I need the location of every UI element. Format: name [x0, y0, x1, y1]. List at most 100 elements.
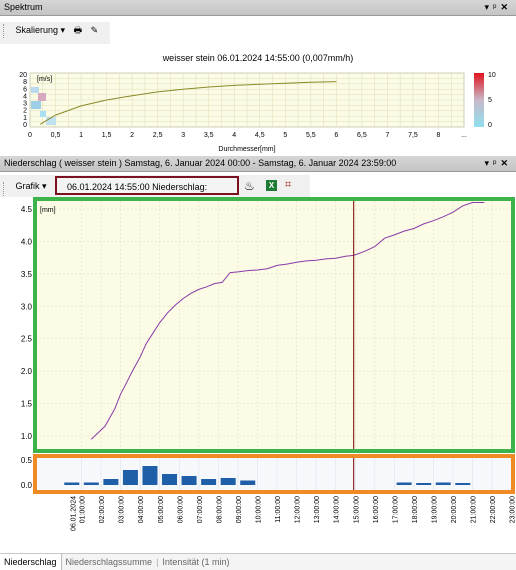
bar-y-ticks: 0.5 0.0	[21, 456, 33, 490]
spectrum-x-label: Durchmesser[mm]	[218, 146, 275, 153]
spectrum-titlebar: Spektrum ▾ᵖ✕	[0, 0, 516, 16]
x-tick-label: 08:00:00	[216, 496, 223, 523]
print-icon[interactable]: 🖶	[71, 22, 86, 38]
fire-icon[interactable]: ♨	[244, 179, 255, 193]
intensity-bar	[435, 482, 451, 485]
x-tick-label: 3,5	[204, 132, 214, 139]
chart-dropdown[interactable]: Grafik ▾	[13, 178, 50, 194]
excel-export-icon[interactable]: X	[266, 180, 277, 191]
colorbar-min-label: 0	[488, 122, 492, 129]
x-tick-label: 6,5	[357, 132, 367, 139]
spectrum-chart-title: weisser stein 06.01.2024 14:55:00 (0,007…	[162, 53, 354, 63]
y-tick-label: 3.0	[21, 302, 33, 311]
x-date-label: 06.01.2024	[71, 496, 78, 531]
x-tick-label: 12:00:00	[295, 496, 302, 523]
bar-plot-area	[35, 456, 513, 492]
x-tick-label: 04:00:00	[138, 496, 145, 523]
close-icon[interactable]: ✕	[500, 158, 512, 168]
intensity-bar	[201, 479, 217, 485]
spectrum-x-ticks: 0 0,5 1 1,5 2 2,5 3 3,5 4 4,5 5 5,5 6 6,5 7 7,5 8...	[28, 132, 467, 139]
y-tick-label: 0	[23, 122, 27, 129]
x-tick-label: 06:00:00	[177, 496, 184, 523]
precip-y-ticks: 4.5 4.0 3.5 3.0 2.5 2.0 1.5 1.0	[21, 205, 33, 441]
spectrum-title: Spektrum	[4, 2, 43, 12]
intensity-bar	[142, 466, 158, 485]
x-tick-label: 3	[181, 132, 185, 139]
x-tick-label: 09:00:00	[236, 496, 243, 523]
dropdown-icon[interactable]: ▾	[485, 158, 494, 168]
spectrum-cell	[40, 111, 46, 117]
x-tick-label: 7,5	[408, 132, 418, 139]
print-preview-icon[interactable]: ✎	[88, 22, 102, 38]
intensity-bar	[220, 478, 236, 485]
y-tick-label: 1.0	[21, 432, 33, 441]
precip-plot-area	[35, 201, 513, 451]
x-tick-label: 0	[28, 132, 32, 139]
intensity-bar	[181, 476, 197, 485]
x-tick-label: 01:00:00	[80, 496, 87, 523]
precip-y-unit: [mm]	[40, 207, 56, 214]
chart-settings-icon[interactable]: ⌗	[285, 179, 291, 192]
x-tick-label: 05:00:00	[158, 496, 165, 523]
x-tick-label: 03:00:00	[119, 496, 126, 523]
precip-title: Niederschlag ( weisser stein ) Samstag, …	[4, 158, 397, 168]
intensity-bar	[396, 482, 412, 485]
dropdown-icon[interactable]: ▾	[485, 2, 494, 12]
spectrum-colorbar	[474, 73, 484, 127]
x-tick-label: 02:00:00	[99, 496, 106, 523]
x-tick-label: 21:00:00	[471, 496, 478, 523]
intensity-bar	[122, 470, 138, 485]
spectrum-y-ticks: 208643210	[19, 72, 27, 129]
y-tick-label: 0.0	[21, 481, 33, 490]
spectrum-cell	[31, 87, 39, 93]
intensity-bar	[162, 474, 178, 485]
x-tick-label: 7	[385, 132, 389, 139]
spectrum-y-unit: [m/s]	[37, 76, 52, 83]
x-tick-label: 6	[334, 132, 338, 139]
y-tick-label: 1	[23, 115, 27, 122]
tab-niederschlag[interactable]: Niederschlag	[0, 554, 62, 570]
y-tick-label: 2	[23, 108, 27, 115]
y-tick-label: 4	[23, 93, 27, 100]
tab-niederschlagssumme[interactable]: Niederschlagssumme	[62, 554, 157, 570]
y-tick-label: 6	[23, 86, 27, 93]
x-tick-label: 8	[437, 132, 441, 139]
y-tick-label: 8	[23, 79, 27, 86]
y-tick-label: 3.5	[21, 270, 33, 279]
x-tick-label: 15:00:00	[353, 496, 360, 523]
scaling-dropdown[interactable]: Skalierung ▾	[13, 22, 69, 38]
toolbar-grip[interactable]	[3, 23, 7, 38]
x-tick-label: 07:00:00	[197, 496, 204, 523]
intensity-bar	[455, 483, 471, 485]
y-tick-label: 2.5	[21, 335, 33, 344]
x-tick-label: 2	[130, 132, 134, 139]
close-icon[interactable]: ✕	[500, 2, 512, 12]
spectrum-chart: 0 0,5 1 1,5 2 2,5 3 3,5 4 4,5 5 5,5 6 6,5 7 7,5 8... 208…	[19, 72, 496, 153]
x-tick-label: 2,5	[153, 132, 163, 139]
x-tick-label: 16:00:00	[373, 496, 380, 523]
colorbar-mid-label: 5	[488, 97, 492, 104]
intensity-bar	[83, 482, 99, 485]
x-tick-label: 23:00:00	[510, 496, 516, 523]
spectrum-cell	[38, 93, 46, 101]
value-readout: 06.01.2024 14:55:00 Niederschlag: 3,785m…	[55, 176, 239, 211]
x-tick-label: 11:00:00	[275, 496, 282, 523]
x-tick-label: 14:00:00	[334, 496, 341, 523]
y-tick-label: 2.0	[21, 367, 33, 376]
precip-titlebar: Niederschlag ( weisser stein ) Samstag, …	[0, 156, 516, 172]
y-tick-label: 0.5	[21, 456, 33, 465]
precip-chart: 4.5 4.0 3.5 3.0 2.5 2.0 1.5 1.0 [mm] 0.5 0.0 01:…	[21, 197, 516, 531]
x-tick-label: 17:00:00	[392, 496, 399, 523]
tab-intensitaet[interactable]: Intensität (1 min)	[158, 554, 233, 570]
y-tick-label: 1.5	[21, 400, 33, 409]
toolbar-grip[interactable]	[3, 181, 7, 196]
bottom-tabs: Niederschlag Niederschlagssumme | Intensitä…	[0, 553, 516, 570]
precip-x-ticks: 01:00:00 02:00:00 03:00:00 04:00:00 05:00:00…	[71, 496, 516, 531]
x-tick-label: 20:00:00	[451, 496, 458, 523]
x-tick-label: 4	[232, 132, 236, 139]
x-tick-label: 4,5	[255, 132, 265, 139]
x-tick-label: 1,5	[102, 132, 112, 139]
y-tick-label: 4.0	[21, 237, 33, 246]
x-tick-label: 0,5	[51, 132, 61, 139]
intensity-bar	[64, 482, 80, 485]
